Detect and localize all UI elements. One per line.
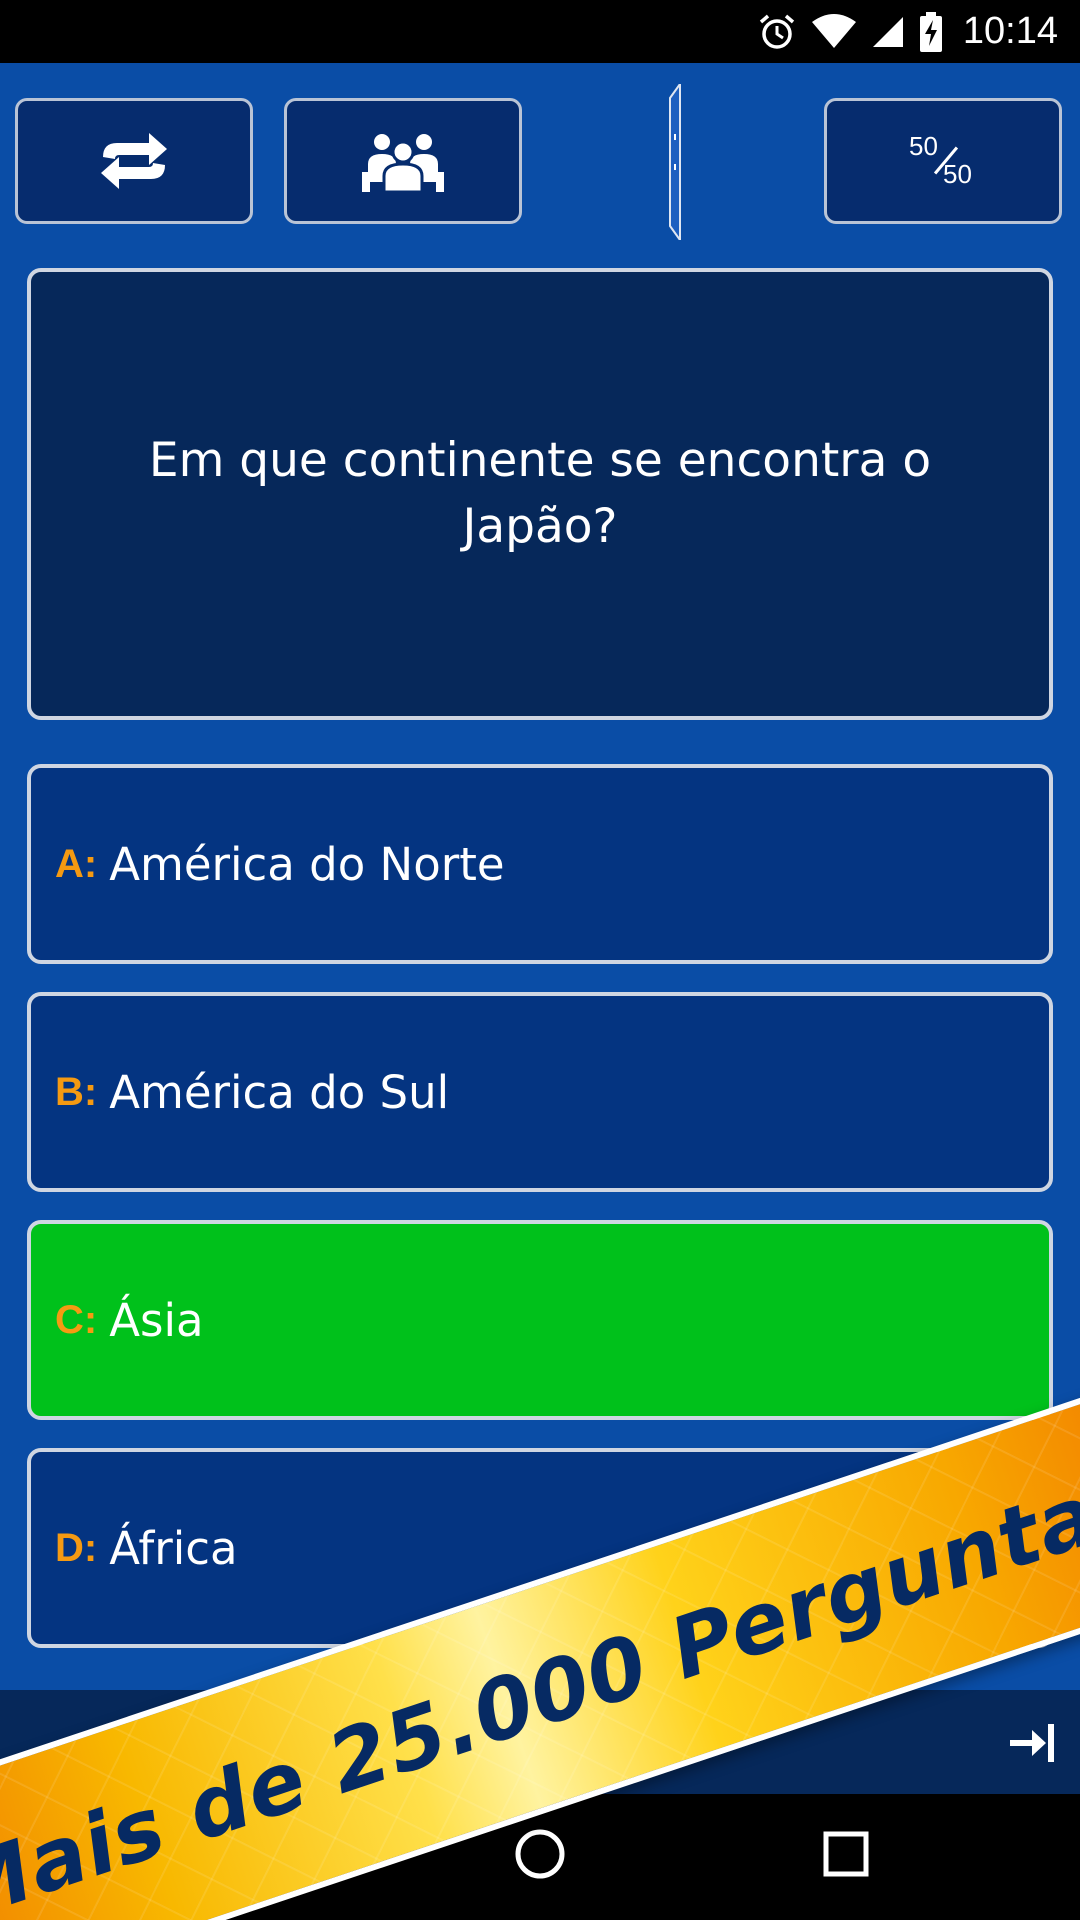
alarm-icon bbox=[759, 14, 795, 49]
fifty-fifty-button[interactable]: 50 50 bbox=[824, 98, 1062, 224]
app-screen: 10:14 50 50 Em que continente se encontr… bbox=[0, 0, 1080, 1920]
audience-icon bbox=[362, 134, 444, 192]
answer-option-b[interactable]: B: América do Sul bbox=[27, 992, 1053, 1192]
swap-question-button[interactable] bbox=[15, 98, 253, 224]
cell-signal-icon bbox=[872, 16, 903, 47]
question-box: Em que continente se encontra o Japão? bbox=[27, 268, 1053, 720]
status-time: 10:14 bbox=[962, 10, 1058, 52]
fifty-bottom-number: 50 bbox=[943, 159, 972, 189]
answer-text: Ásia bbox=[109, 1293, 204, 1347]
status-bar: 10:14 bbox=[0, 0, 1080, 63]
fifty-top-number: 50 bbox=[909, 131, 938, 161]
question-text: Em que continente se encontra o Japão? bbox=[148, 433, 932, 554]
home-icon[interactable] bbox=[514, 1824, 566, 1884]
rotating-lifeline-icon[interactable] bbox=[668, 84, 682, 240]
answer-text: América do Sul bbox=[109, 1065, 450, 1119]
next-arrow-icon[interactable] bbox=[1008, 1722, 1054, 1764]
answer-letter: A: bbox=[55, 841, 98, 886]
answer-option-a[interactable]: A: América do Norte bbox=[27, 764, 1053, 964]
answer-letter: C: bbox=[55, 1297, 98, 1342]
answer-text: América do Norte bbox=[109, 837, 505, 891]
answer-option-c[interactable]: C: Ásia bbox=[27, 1220, 1053, 1420]
fifty-fifty-icon: 50 50 bbox=[903, 131, 983, 191]
status-icons: 10:14 bbox=[757, 0, 1058, 63]
answer-text: África bbox=[109, 1521, 238, 1575]
answer-letter: D: bbox=[55, 1525, 98, 1570]
wifi-icon bbox=[811, 13, 856, 48]
swap-arrows-icon bbox=[101, 133, 167, 189]
recent-apps-icon[interactable] bbox=[820, 1824, 872, 1884]
battery-charging-icon bbox=[919, 11, 942, 52]
audience-lifeline-button[interactable] bbox=[284, 98, 522, 224]
answer-letter: B: bbox=[55, 1069, 98, 1114]
